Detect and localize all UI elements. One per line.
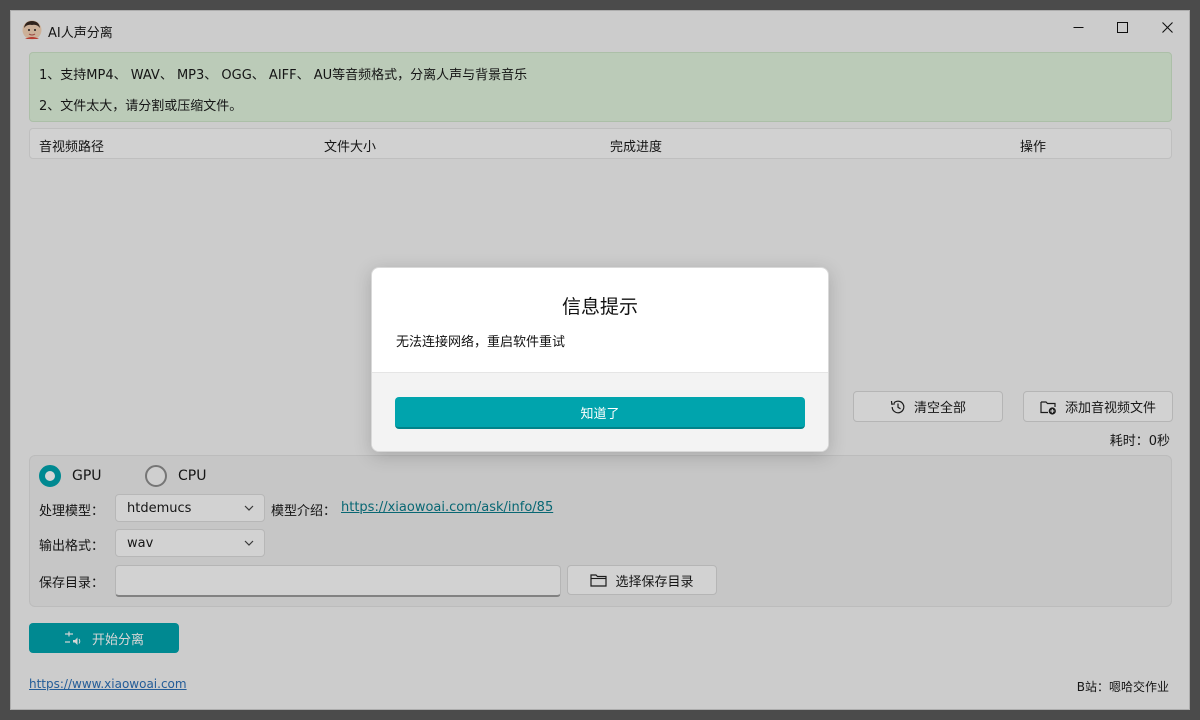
dialog-message: 无法连接网络，重启软件重试 — [396, 335, 566, 350]
info-dialog: 信息提示 无法连接网络，重启软件重试 知道了 — [371, 267, 829, 452]
dialog-footer: 知道了 — [372, 372, 828, 451]
dialog-ok-button[interactable]: 知道了 — [395, 397, 805, 429]
dialog-title: 信息提示 — [561, 296, 638, 318]
